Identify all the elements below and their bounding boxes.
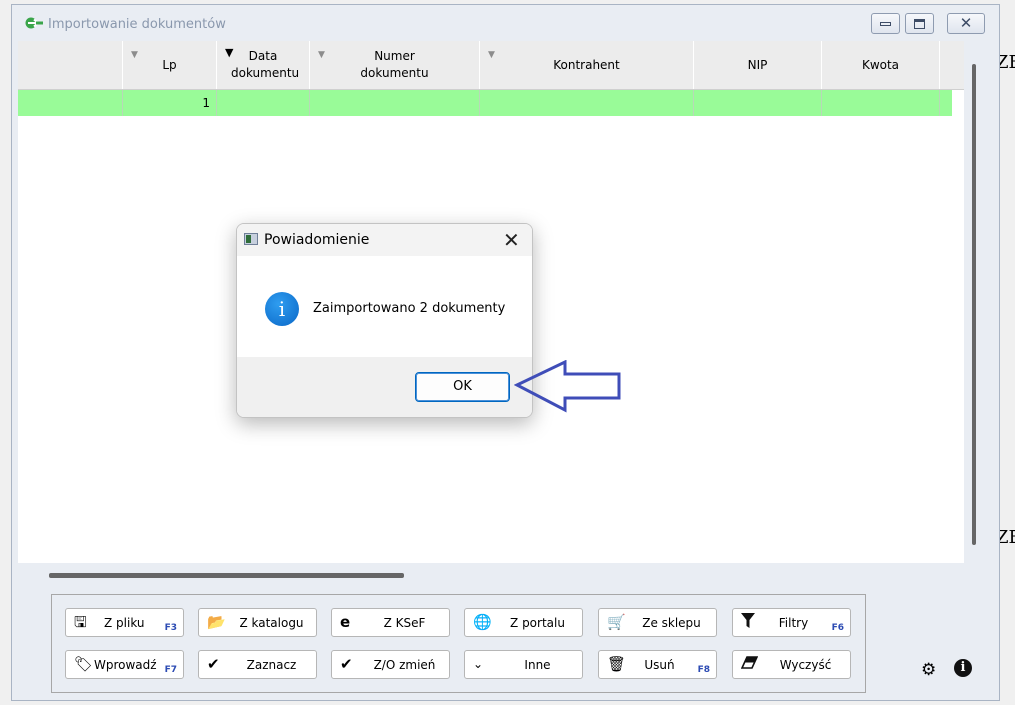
dialog-footer: OK xyxy=(237,357,532,417)
z-portalu-button[interactable]: 🌐 Z portalu xyxy=(464,608,583,637)
dialog-titlebar[interactable]: Powiadomienie ✕ xyxy=(237,224,532,256)
function-key-label: F3 xyxy=(164,623,177,633)
ze-sklepu-button[interactable]: 🛒 Ze sklepu xyxy=(598,608,717,637)
cell-numer[interactable] xyxy=(310,90,480,116)
usun-button[interactable]: 🗑 Usuń F8 xyxy=(598,650,717,679)
header-nip[interactable]: NIP xyxy=(694,41,822,89)
header-label: Numer dokumentu xyxy=(360,49,429,80)
browser-e-icon: e xyxy=(340,613,351,631)
annotation-arrow-icon xyxy=(514,360,621,413)
minimize-button[interactable] xyxy=(871,13,900,34)
filtry-button[interactable]: Filtry F6 xyxy=(732,608,851,637)
dialog-body: i Zaimportowano 2 dokumenty xyxy=(237,256,532,357)
eraser-icon xyxy=(740,655,759,673)
vertical-scrollbar[interactable] xyxy=(972,64,976,545)
sort-arrow-icon: ▼ xyxy=(318,50,325,60)
dialog-title: Powiadomienie xyxy=(264,232,370,248)
chevron-down-icon: ⌄ xyxy=(473,657,484,671)
header-selector[interactable] xyxy=(18,41,123,89)
cell-selector[interactable] xyxy=(18,90,123,116)
grid-header: ▼ Lp ▼ Data dokumentu ▼ Numer dokumentu … xyxy=(18,41,964,90)
ok-button[interactable]: OK xyxy=(415,372,510,402)
z-pliku-button[interactable]: 🖫 Z pliku F3 xyxy=(65,608,184,637)
function-key-label: F7 xyxy=(164,665,177,675)
header-kwota[interactable]: Kwota xyxy=(822,41,940,89)
close-window-button[interactable]: ✕ xyxy=(947,13,985,34)
cart-icon: 🛒 xyxy=(607,613,626,631)
checkmark-icon: ✔ xyxy=(340,655,353,673)
checkmark-icon: ✔ xyxy=(207,655,220,673)
wprowadz-button[interactable]: 🏷 Wprowadź F7 xyxy=(65,650,184,679)
header-numer-dokumentu[interactable]: ▼ Numer dokumentu xyxy=(310,41,480,89)
zaznacz-button[interactable]: ✔ Zaznacz xyxy=(198,650,317,679)
cell-lp: 1 xyxy=(123,90,217,116)
tags-icon: 🏷 xyxy=(74,655,94,673)
header-label: Lp xyxy=(162,57,177,72)
cell-kontrahent[interactable] xyxy=(480,90,694,116)
dialog-close-icon[interactable]: ✕ xyxy=(503,228,520,252)
notification-dialog: Powiadomienie ✕ i Zaimportowano 2 dokume… xyxy=(236,223,533,418)
maximize-icon xyxy=(914,18,925,29)
sort-arrow-icon: ▼ xyxy=(488,50,495,60)
table-row[interactable]: 1 xyxy=(18,90,952,116)
import-icon xyxy=(25,16,44,33)
z-ksef-button[interactable]: e Z KSeF xyxy=(331,608,450,637)
header-label: Kontrahent xyxy=(553,57,620,72)
cell-nip[interactable] xyxy=(694,90,822,116)
settings-gear-icon[interactable]: ⚙ xyxy=(921,660,936,680)
folder-open-icon: 📂 xyxy=(207,613,226,631)
about-info-icon[interactable]: i xyxy=(954,659,972,677)
trash-icon: 🗑 xyxy=(607,655,627,673)
filter-icon xyxy=(741,613,755,632)
toolbar: 🖫 Z pliku F3 📂 Z katalogu e Z KSeF 🌐 Z p… xyxy=(51,594,866,693)
wyczysc-button[interactable]: Wyczyść xyxy=(732,650,851,679)
function-key-label: F8 xyxy=(697,665,710,675)
globe-icon: 🌐 xyxy=(473,613,492,631)
sort-arrow-icon: ▼ xyxy=(131,50,138,60)
window-titlebar[interactable]: Importowanie dokumentów ✕ xyxy=(12,5,999,43)
cell-data[interactable] xyxy=(217,90,310,116)
function-key-label: F6 xyxy=(831,623,844,633)
inne-button[interactable]: ⌄ Inne xyxy=(464,650,583,679)
header-label: NIP xyxy=(747,57,768,72)
header-label: Data dokumentu xyxy=(231,49,300,80)
header-kontrahent[interactable]: ▼ Kontrahent xyxy=(480,41,694,89)
sort-arrow-icon: ▼ xyxy=(225,46,234,59)
horizontal-scrollbar[interactable] xyxy=(49,573,404,578)
app-window-icon xyxy=(244,233,258,245)
minimize-icon xyxy=(880,21,891,26)
info-icon: i xyxy=(265,292,299,326)
header-data-dokumentu[interactable]: ▼ Data dokumentu xyxy=(217,41,310,89)
close-icon: ✕ xyxy=(959,14,973,32)
z-katalogu-button[interactable]: 📂 Z katalogu xyxy=(198,608,317,637)
zo-zmien-button[interactable]: ✔ Z/O zmień xyxy=(331,650,450,679)
window-title: Importowanie dokumentów xyxy=(48,17,226,32)
cell-kwota[interactable] xyxy=(822,90,940,116)
save-icon: 🖫 xyxy=(74,613,87,631)
header-lp[interactable]: ▼ Lp xyxy=(123,41,217,89)
header-label: Kwota xyxy=(861,57,900,72)
maximize-button[interactable] xyxy=(905,13,934,34)
dialog-message: Zaimportowano 2 dokumenty xyxy=(313,301,506,316)
